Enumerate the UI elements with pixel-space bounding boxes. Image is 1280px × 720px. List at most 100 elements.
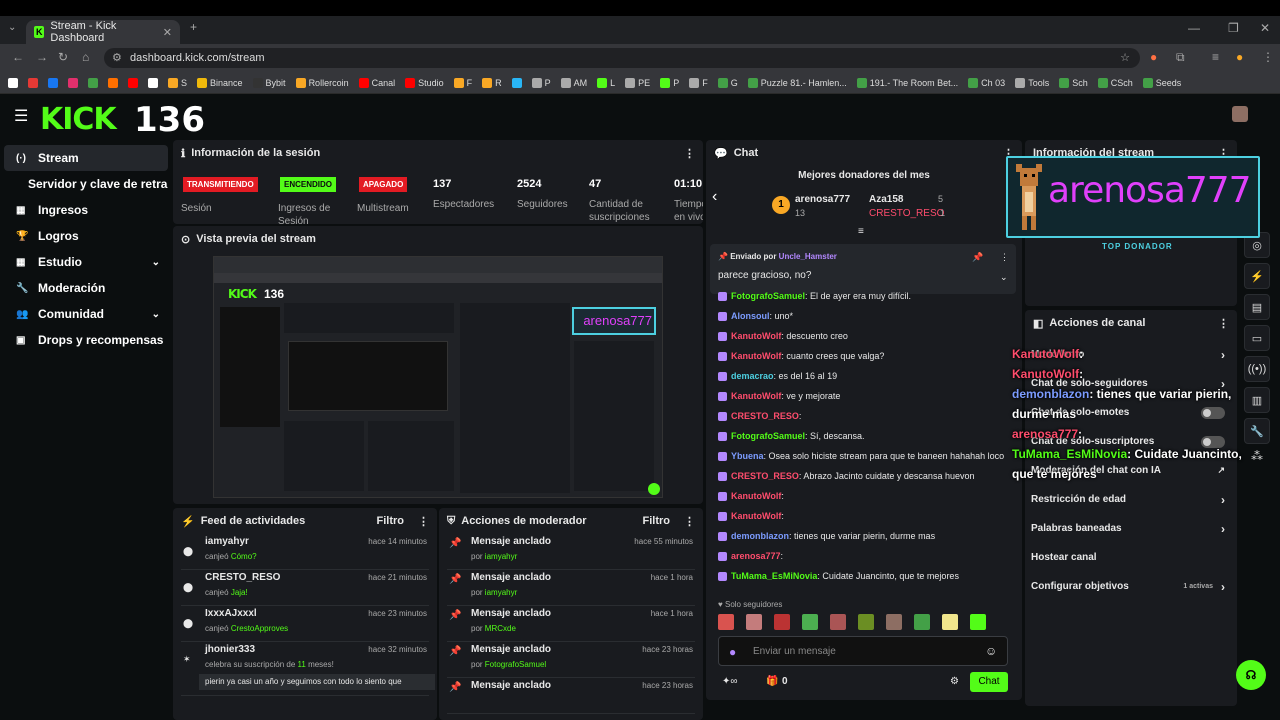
sidebar-item[interactable]: 👥 Comunidad ⌄ bbox=[4, 301, 168, 327]
emote-icon[interactable] bbox=[942, 614, 958, 630]
sidebar-item[interactable]: 🏆 Logros bbox=[4, 223, 168, 249]
chat-username[interactable]: CRESTO_RESO bbox=[731, 411, 799, 421]
chat-message[interactable]: CRESTO_RESO: bbox=[718, 406, 1018, 426]
mod-action-user[interactable]: MRCxde bbox=[485, 624, 516, 633]
emote-icon[interactable] bbox=[746, 614, 762, 630]
chat-message[interactable]: CRESTO_RESO: Abrazo Jacinto cuidate y de… bbox=[718, 466, 1018, 486]
pinned-menu-icon[interactable]: ⋮ bbox=[1000, 252, 1009, 263]
emoji-icon[interactable]: ☺ bbox=[985, 644, 997, 658]
mod-menu-icon[interactable]: ⋮ bbox=[684, 515, 695, 528]
donor1-name[interactable]: arenosa777 bbox=[795, 194, 850, 205]
chat-message[interactable]: KanutoWolf: cuanto crees que valga? bbox=[718, 346, 1018, 366]
kick-logo[interactable]: KICK bbox=[40, 102, 117, 137]
emote-icon[interactable] bbox=[886, 614, 902, 630]
bookmark-item[interactable]: CSch bbox=[1097, 77, 1133, 88]
bookmark-item[interactable]: Sch bbox=[1059, 77, 1088, 88]
feed-user[interactable]: IxxxAJxxxl bbox=[205, 608, 257, 619]
close-tab-icon[interactable]: ✕ bbox=[163, 26, 172, 39]
mod-action-item[interactable]: 📌 Mensaje anclado hace 23 horas por Fotogra… bbox=[447, 642, 695, 678]
chevron-down-icon[interactable]: ⌄ bbox=[152, 309, 160, 320]
chat-settings-icon[interactable]: ⚙ bbox=[950, 676, 959, 687]
chat-username[interactable]: Alonsoul bbox=[731, 311, 770, 321]
emote-icon[interactable] bbox=[830, 614, 846, 630]
sidebar-item[interactable]: (·) Stream bbox=[4, 145, 168, 171]
chat-username[interactable]: FotografoSamuel bbox=[731, 291, 805, 301]
feed-user[interactable]: jhonier333 bbox=[205, 644, 255, 655]
bookmark-item[interactable] bbox=[88, 77, 98, 88]
chevron-right-icon[interactable]: › bbox=[1221, 493, 1225, 507]
gift-icon[interactable]: 🎁 bbox=[766, 676, 778, 687]
emote-icon[interactable] bbox=[914, 614, 930, 630]
chat-message[interactable]: KanutoWolf: descuento creo bbox=[718, 326, 1018, 346]
extension-fox-icon[interactable]: ● bbox=[1150, 50, 1157, 64]
unpin-icon[interactable]: 📌 bbox=[972, 252, 983, 263]
emote-icon[interactable] bbox=[802, 614, 818, 630]
chat-message[interactable]: FotografoSamuel: El de ayer era muy difí… bbox=[718, 286, 1018, 306]
chat-username[interactable]: KanutoWolf bbox=[731, 511, 781, 521]
bookmark-item[interactable]: Ch 03 bbox=[968, 77, 1005, 88]
chevron-down-icon[interactable]: ⌄ bbox=[152, 257, 160, 268]
bookmark-item[interactable] bbox=[511, 77, 522, 88]
bookmark-item[interactable]: S bbox=[168, 77, 187, 88]
forward-icon[interactable]: → bbox=[36, 50, 48, 64]
bookmark-item[interactable]: AM bbox=[560, 77, 587, 88]
menu-icon[interactable]: ⋮ bbox=[1262, 50, 1274, 64]
chat-input[interactable]: ● Enviar un mensaje ☺ bbox=[718, 636, 1008, 666]
rail-lightning-icon[interactable]: ⚡ bbox=[1244, 263, 1270, 289]
restore-icon[interactable]: ❐ bbox=[1228, 21, 1239, 35]
new-tab-button[interactable]: + bbox=[190, 20, 197, 34]
bookmark-item[interactable]: P bbox=[531, 77, 551, 88]
site-info-icon[interactable]: ⚙ bbox=[112, 51, 122, 64]
chat-username[interactable]: KanutoWolf bbox=[731, 331, 781, 341]
channel-action-item[interactable]: Hostear canal bbox=[1031, 543, 1231, 572]
chat-username[interactable]: TuMama_EsMiNovia bbox=[731, 571, 817, 581]
chat-username[interactable]: KanutoWolf bbox=[731, 391, 781, 401]
bookmark-item[interactable]: P bbox=[660, 77, 679, 88]
bookmark-item[interactable] bbox=[48, 77, 58, 88]
chat-message[interactable]: demacrao: es del 16 al 19 bbox=[718, 366, 1018, 386]
chat-username[interactable]: KanutoWolf bbox=[731, 351, 781, 361]
channel-action-item[interactable]: Configurar objetivos 1 activas › bbox=[1031, 572, 1231, 601]
close-window-icon[interactable]: ✕ bbox=[1260, 21, 1270, 35]
loyalty-icon[interactable]: ✦∞ bbox=[722, 676, 738, 687]
bookmark-item[interactable]: Binance bbox=[197, 77, 243, 88]
bookmark-item[interactable]: L bbox=[597, 77, 615, 88]
stream-preview-video[interactable]: KICK 136 arenosa777 bbox=[213, 256, 663, 498]
emote-icon[interactable] bbox=[858, 614, 874, 630]
bookmark-item[interactable]: Tools bbox=[1015, 77, 1049, 88]
address-bar[interactable]: ⚙ dashboard.kick.com/stream ☆ bbox=[104, 48, 1140, 68]
bookmark-item[interactable] bbox=[68, 77, 78, 88]
back-icon[interactable]: ← bbox=[12, 50, 24, 64]
bookmark-item[interactable]: F bbox=[689, 77, 708, 88]
mod-action-user[interactable]: iamyahyr bbox=[485, 552, 517, 561]
mod-filter-button[interactable]: Filtro bbox=[643, 515, 671, 527]
bookmark-item[interactable]: R bbox=[482, 77, 502, 88]
send-chat-button[interactable]: Chat bbox=[970, 672, 1008, 692]
extensions-icon[interactable]: ⧉ bbox=[1176, 50, 1185, 65]
chat-username[interactable]: demonblazon bbox=[731, 531, 789, 541]
sidebar-item[interactable]: ▦ Ingresos bbox=[4, 197, 168, 223]
mod-action-item[interactable]: 📌 Mensaje anclado hace 1 hora por MRCxde bbox=[447, 606, 695, 642]
hamburger-menu-icon[interactable]: ☰ bbox=[14, 106, 28, 126]
feed-item[interactable]: ✶ jhonier333 hace 32 minutos celebra su sus… bbox=[181, 642, 435, 696]
minimize-icon[interactable]: — bbox=[1188, 21, 1200, 35]
bookmark-item[interactable]: 191.- The Room Bet... bbox=[856, 77, 958, 88]
mod-action-item[interactable]: 📌 Mensaje anclado hace 55 minutos por iamya… bbox=[447, 534, 695, 570]
bookmark-item[interactable]: F bbox=[453, 77, 472, 88]
channel-menu-icon[interactable]: ⋮ bbox=[1218, 317, 1229, 330]
sidebar-item[interactable]: ▦ Estudio ⌄ bbox=[4, 249, 168, 275]
donor2-name[interactable]: Aza158 bbox=[869, 194, 903, 205]
pinned-user[interactable]: Uncle_Hamster bbox=[779, 252, 837, 261]
media-icon[interactable]: ≡ bbox=[1212, 50, 1219, 64]
bookmark-item[interactable] bbox=[148, 77, 158, 88]
channel-action-item[interactable]: Palabras baneadas › bbox=[1031, 514, 1231, 543]
sidebar-item[interactable]: ▣ Drops y recompensas bbox=[4, 327, 168, 353]
sidebar-item[interactable]: Servidor y clave de retransmisión bbox=[4, 171, 168, 197]
emote-icon[interactable] bbox=[774, 614, 790, 630]
browser-tab[interactable]: K Stream - Kick Dashboard ✕ bbox=[26, 20, 180, 44]
chat-username[interactable]: CRESTO_RESO bbox=[731, 471, 799, 481]
bookmark-item[interactable]: Studio bbox=[405, 77, 444, 88]
chevron-right-icon[interactable]: › bbox=[1221, 522, 1225, 536]
session-menu-icon[interactable]: ⋮ bbox=[684, 147, 695, 160]
chat-username[interactable]: KanutoWolf bbox=[731, 491, 781, 501]
